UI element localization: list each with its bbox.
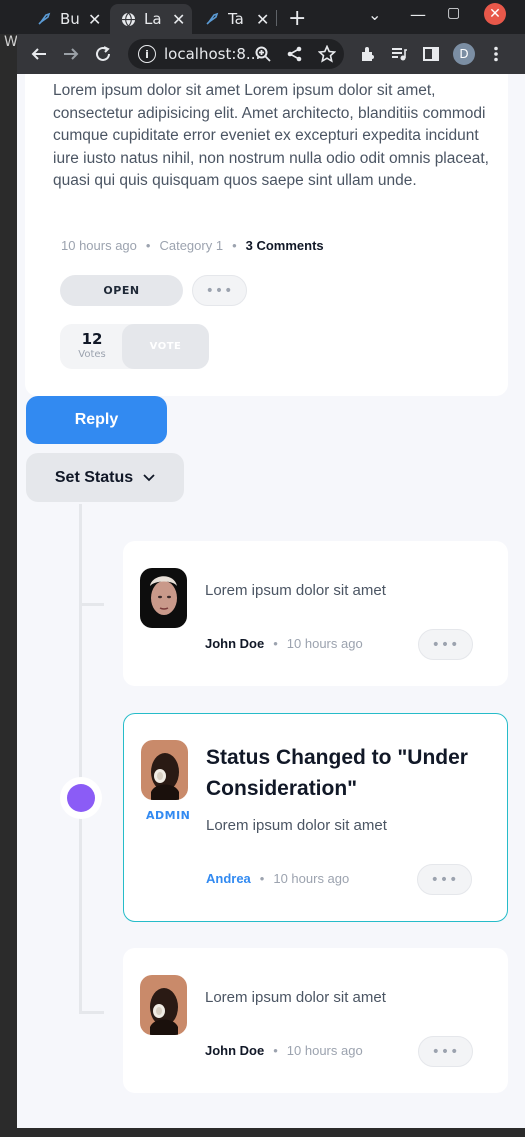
tab-ta[interactable]: Ta ✕ <box>194 4 276 34</box>
idea-description: Lorem ipsum dolor sit amet Lorem ipsum d… <box>53 82 489 189</box>
vote-button[interactable]: VOTE <box>122 324 209 369</box>
vote-box: 12 Votes VOTE <box>60 324 209 369</box>
minimize-icon[interactable]: — <box>410 5 426 24</box>
comment-author: Andrea <box>206 871 251 886</box>
share-icon[interactable] <box>283 42 307 66</box>
status-change-title: Status Changed to "Under Consideration" <box>206 746 468 800</box>
info-icon[interactable]: i <box>138 45 156 63</box>
page-viewport: Lorem ipsum dolor sit amet Lorem ipsum d… <box>17 74 525 1128</box>
comment-more-button[interactable]: ••• <box>418 1036 473 1067</box>
chevron-down-icon <box>143 471 155 485</box>
comment-time: 10 hours ago <box>273 871 350 886</box>
maximize-icon[interactable]: ▢ <box>447 5 460 21</box>
browser-toolbar: i localhost:8... D <box>17 34 525 74</box>
url-text: localhost:8... <box>164 45 261 63</box>
chevron-down-icon[interactable]: ⌄ <box>368 5 381 24</box>
tab-la[interactable]: La ✕ <box>110 4 192 34</box>
zoom-icon[interactable] <box>251 42 275 66</box>
comment-author: John Doe <box>205 1043 265 1058</box>
idea-time: 10 hours ago <box>61 238 137 253</box>
set-status-button[interactable]: Set Status <box>26 453 184 502</box>
idea-more-button[interactable]: ••• <box>192 275 247 306</box>
vote-label: Votes <box>78 349 106 360</box>
meta-separator: • <box>273 1043 278 1058</box>
rocket-icon <box>204 11 220 27</box>
meta-separator: • <box>145 238 151 253</box>
close-icon[interactable]: ✕ <box>256 10 269 29</box>
meta-separator: • <box>232 238 237 253</box>
idea-comments-count[interactable]: 3 Comments <box>246 238 324 253</box>
comment-more-button[interactable]: ••• <box>418 629 473 660</box>
idea-meta: 10 hours ago • Category 1 • 3 Comments <box>61 238 324 253</box>
desktop-letter: W <box>4 34 18 50</box>
comment-meta: John Doe • 10 hours ago <box>205 636 363 651</box>
avatar <box>140 975 187 1035</box>
menu-kebab-icon[interactable] <box>484 42 508 66</box>
rocket-icon <box>36 11 52 27</box>
tab-title: La <box>144 10 162 28</box>
tab-title: Ta <box>228 10 244 28</box>
comment-meta: Andrea • 10 hours ago <box>206 871 349 886</box>
comment-body: Lorem ipsum dolor sit amet <box>206 817 387 834</box>
meta-separator: • <box>273 636 278 651</box>
reload-icon[interactable] <box>91 42 115 66</box>
vote-count: 12 <box>81 330 103 348</box>
status-badge: OPEN <box>60 275 183 306</box>
comment-card: Lorem ipsum dolor sit amet John Doe • 10… <box>123 541 508 686</box>
reply-button[interactable]: Reply <box>26 396 167 444</box>
tab-bu[interactable]: Bu ✕ <box>26 4 108 34</box>
avatar <box>141 740 188 800</box>
desktop-strip <box>0 34 17 1137</box>
timeline-status-dot <box>67 784 95 812</box>
window-close-button[interactable]: ✕ <box>484 3 506 25</box>
close-icon[interactable]: ✕ <box>88 10 101 29</box>
profile-avatar[interactable]: D <box>453 43 475 65</box>
idea-category: Category 1 <box>159 238 224 253</box>
comment-time: 10 hours ago <box>286 1043 363 1058</box>
timeline-line <box>79 504 82 1014</box>
comment-meta: John Doe • 10 hours ago <box>205 1043 363 1058</box>
media-queue-icon[interactable] <box>387 42 411 66</box>
timeline-connector <box>82 603 104 606</box>
back-arrow-icon[interactable] <box>27 42 51 66</box>
comment-body: Lorem ipsum dolor sit amet <box>205 582 386 599</box>
browser-tab-bar: Bu ✕ La ✕ Ta ✕ + ⌄ — ▢ ✕ <box>0 0 525 34</box>
desktop-bottom-strip <box>0 1128 525 1137</box>
idea-card: Lorem ipsum dolor sit amet Lorem ipsum d… <box>25 74 508 396</box>
forward-arrow-icon[interactable] <box>59 42 83 66</box>
extensions-icon[interactable] <box>356 42 380 66</box>
bookmark-star-icon[interactable] <box>315 42 339 66</box>
comment-author: John Doe <box>205 636 265 651</box>
close-icon[interactable]: ✕ <box>172 10 185 29</box>
tab-title: Bu <box>60 10 80 28</box>
new-tab-button[interactable]: + <box>288 6 306 31</box>
set-status-label: Set Status <box>54 468 134 486</box>
globe-icon <box>120 11 136 27</box>
comment-body: Lorem ipsum dolor sit amet <box>205 989 386 1006</box>
admin-badge: ADMIN <box>146 809 191 822</box>
comment-card: Lorem ipsum dolor sit amet John Doe • 10… <box>123 948 508 1093</box>
timeline-connector <box>82 1011 104 1014</box>
comment-more-button[interactable]: ••• <box>417 864 472 895</box>
address-bar[interactable]: i localhost:8... <box>128 39 344 69</box>
side-panel-icon[interactable] <box>419 42 443 66</box>
meta-separator: • <box>259 871 265 886</box>
tab-separator <box>276 10 277 26</box>
avatar <box>140 568 187 628</box>
comment-time: 10 hours ago <box>286 636 363 651</box>
status-change-card: ADMIN Status Changed to "Under Considera… <box>123 713 508 922</box>
